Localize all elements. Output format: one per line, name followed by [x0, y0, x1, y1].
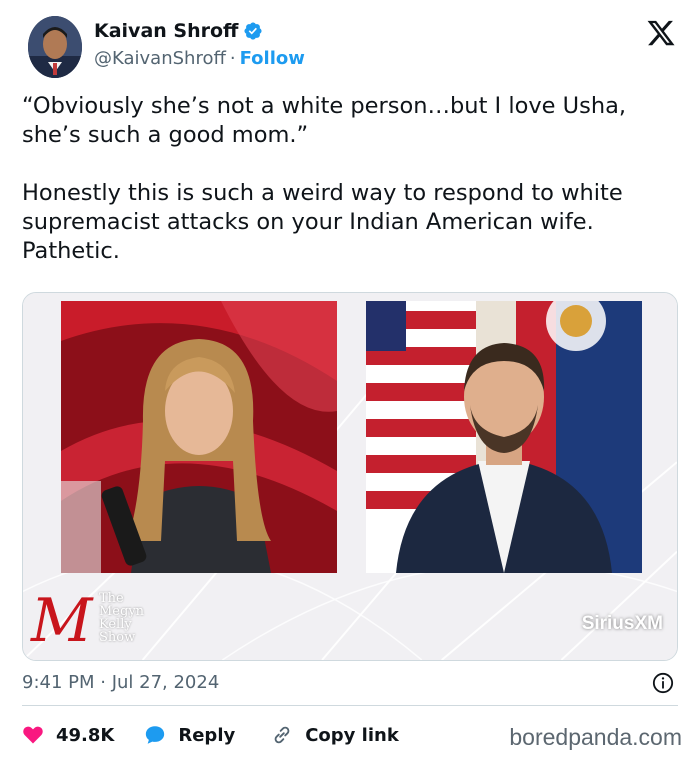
show-logo-letter: M [31, 586, 93, 656]
copy-link-label: Copy link [305, 724, 399, 746]
copy-link-button[interactable]: Copy link [271, 724, 399, 746]
tweet-header: Kaivan Shroff @KaivanShroff · Follow [22, 16, 682, 82]
tweet-body: “Obviously she’s not a white person…but … [22, 92, 678, 266]
reply-label: Reply [178, 724, 236, 746]
tweet-paragraph: “Obviously she’s not a white person…but … [22, 93, 627, 148]
speech-bubble-icon [146, 726, 165, 744]
host-frame [61, 301, 337, 573]
handle-row: @KaivanShroff · Follow [94, 48, 305, 69]
action-bar: 49.8K Reply Copy link [22, 720, 399, 750]
author-name[interactable]: Kaivan Shroff [94, 20, 238, 42]
author-handle[interactable]: @KaivanShroff [94, 48, 226, 69]
video-panel-host [61, 301, 337, 573]
author-row: Kaivan Shroff [94, 20, 263, 42]
show-logo-line: Show [99, 630, 136, 645]
divider [22, 705, 678, 706]
video-panel-guest [366, 301, 642, 573]
tweet-timestamp[interactable]: 9:41 PM · Jul 27, 2024 [22, 672, 219, 693]
watermark: boredpanda.com [509, 724, 682, 750]
avatar-image [28, 16, 82, 78]
x-logo-icon[interactable] [646, 18, 676, 48]
follow-button[interactable]: Follow [240, 48, 305, 69]
reply-button[interactable]: Reply [144, 724, 235, 746]
show-logo-text: The Megyn Kelly Show [99, 592, 144, 644]
network-logo: SiriusXM [581, 613, 663, 634]
avatar[interactable] [28, 16, 82, 78]
tweet-media[interactable]: M The Megyn Kelly Show SiriusXM [22, 292, 678, 661]
like-count: 49.8K [56, 724, 115, 746]
handle-separator: · [229, 48, 236, 69]
verified-badge-icon [244, 22, 262, 40]
info-icon[interactable] [652, 672, 674, 694]
link-icon [274, 726, 290, 744]
show-logo: M The Megyn Kelly Show [31, 588, 181, 654]
guest-frame [366, 301, 642, 573]
heart-icon [23, 726, 43, 744]
like-button[interactable]: 49.8K [22, 724, 114, 746]
tweet-paragraph: Honestly this is such a weird way to res… [22, 180, 623, 264]
